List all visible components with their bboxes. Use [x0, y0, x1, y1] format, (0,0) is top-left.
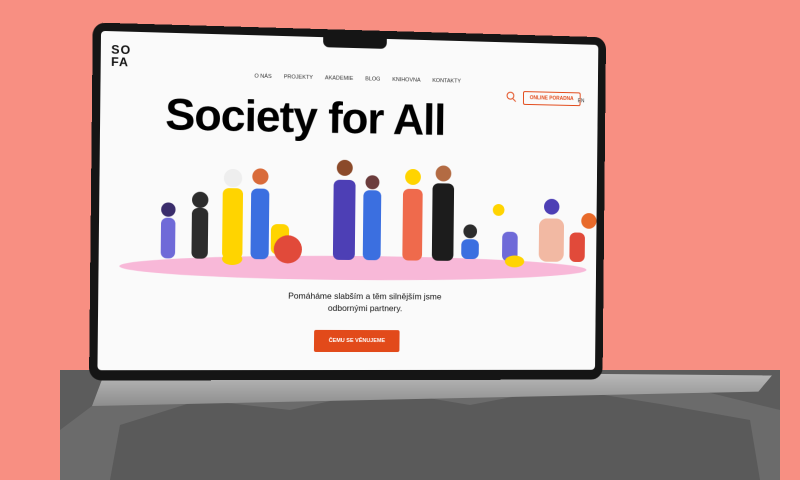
screen: SO FA O NÁS PROJEKTY AKADEMIE BLOG KNIHO… [97, 30, 599, 371]
page-title: Society for All [164, 89, 446, 145]
nav-knihovna[interactable]: KNIHOVNA [392, 77, 420, 84]
main-nav: O NÁS PROJEKTY AKADEMIE BLOG KNIHOVNA KO… [254, 74, 461, 85]
search-icon[interactable] [506, 91, 515, 100]
hero-subtitle: Pomáháme slabším a těm silnějším jsme od… [288, 290, 442, 314]
nav-kontakty[interactable]: KONTAKTY [432, 78, 461, 85]
laptop-frame: SO FA O NÁS PROJEKTY AKADEMIE BLOG KNIHO… [89, 22, 607, 381]
nav-projekty[interactable]: PROJEKTY [284, 74, 313, 81]
camera-notch [323, 37, 387, 49]
nav-akademie[interactable]: AKADEMIE [325, 75, 353, 82]
sofa-logo[interactable]: SO FA [111, 42, 131, 69]
people-illustration [119, 159, 597, 282]
nav-o-nas[interactable]: O NÁS [254, 74, 271, 80]
cemu-se-venujeme-button[interactable]: ČEMU SE VĚNUJEME [313, 329, 400, 353]
nav-blog[interactable]: BLOG [365, 76, 380, 82]
lang-switch[interactable]: EN [578, 98, 585, 104]
online-poradna-button[interactable]: ONLINE PORADNA [522, 91, 581, 107]
